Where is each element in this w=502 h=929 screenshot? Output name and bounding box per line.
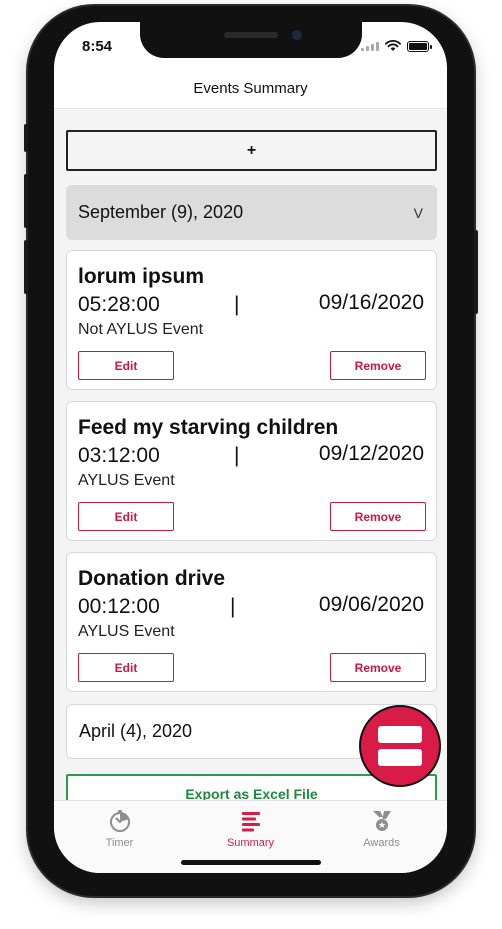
volume-up-button (24, 174, 28, 228)
event-card: Donation drive 00:12:00 | 09/06/2020 AYL… (66, 552, 437, 692)
tab-label: Awards (363, 837, 400, 849)
event-name: lorum ipsum (78, 265, 205, 288)
nav-divider (54, 108, 447, 109)
timer-icon (109, 810, 130, 832)
event-card: Feed my starving children 03:12:00 | 09/… (66, 401, 437, 541)
edit-button[interactable]: Edit (78, 351, 174, 380)
event-date: 09/06/2020 (318, 593, 424, 616)
power-button (474, 230, 478, 314)
page-title: Events Summary (193, 80, 308, 97)
chevron-down-icon: V (413, 204, 423, 221)
event-name: Donation drive (78, 567, 226, 590)
menu-bar-icon (378, 749, 422, 766)
month-label: September (9), 2020 (78, 202, 244, 222)
award-icon (372, 811, 391, 831)
event-card: lorum ipsum 05:28:00 | 09/16/2020 Not AY… (66, 250, 437, 390)
tab-summary[interactable]: Summary (185, 801, 316, 861)
add-event-button[interactable]: + (66, 130, 437, 171)
month-label: April (4), 2020 (79, 721, 193, 741)
status-time: 8:54 (82, 38, 113, 55)
menu-bar-icon (378, 726, 422, 743)
list-icon (241, 812, 260, 832)
event-duration: 05:28:00 (78, 293, 160, 316)
front-camera (292, 30, 302, 40)
tab-label: Timer (105, 837, 134, 849)
tab-timer[interactable]: Timer (54, 801, 185, 861)
app-screen: 8:54 Events Summary + September (9), 202… (54, 22, 447, 873)
edit-button[interactable]: Edit (78, 653, 174, 682)
wifi-icon (385, 40, 401, 51)
tab-label: Summary (226, 837, 275, 849)
event-separator: | (230, 595, 236, 618)
event-type: Not AYLUS Event (78, 321, 204, 338)
event-type: AYLUS Event (78, 623, 175, 640)
battery-icon (407, 40, 432, 52)
remove-button[interactable]: Remove (330, 653, 426, 682)
status-icons (361, 40, 432, 52)
volume-down-button (24, 240, 28, 294)
events-scroll-area[interactable]: + September (9), 2020 V lorum ipsum 05:2… (54, 110, 447, 800)
event-duration: 03:12:00 (78, 444, 160, 467)
silent-switch (24, 124, 28, 152)
event-date: 09/16/2020 (318, 291, 424, 314)
remove-button[interactable]: Remove (330, 502, 426, 531)
menu-fab-button[interactable] (359, 705, 441, 787)
event-duration: 00:12:00 (78, 595, 160, 618)
month-header-september[interactable]: September (9), 2020 V (66, 185, 437, 240)
event-separator: | (234, 444, 240, 467)
speaker-grille (224, 32, 278, 38)
event-type: AYLUS Event (78, 472, 175, 489)
remove-button[interactable]: Remove (330, 351, 426, 380)
event-date: 09/12/2020 (318, 442, 424, 465)
event-name: Feed my starving children (78, 416, 339, 439)
cellular-signal-icon (361, 41, 379, 51)
tab-awards[interactable]: Awards (316, 801, 447, 861)
event-separator: | (234, 293, 240, 316)
home-indicator[interactable] (181, 860, 321, 865)
notch (140, 22, 362, 58)
edit-button[interactable]: Edit (78, 502, 174, 531)
